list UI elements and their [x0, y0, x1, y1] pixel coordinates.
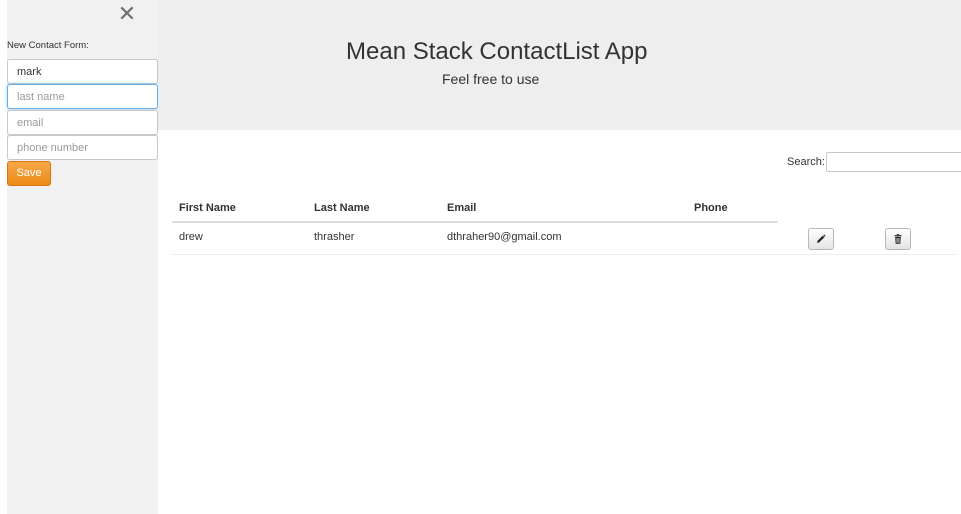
email-input[interactable] [7, 110, 158, 135]
page-title: Mean Stack ContactList App [346, 38, 648, 65]
delete-button[interactable] [885, 228, 911, 250]
column-header-phone: Phone [694, 202, 728, 214]
trash-icon [894, 234, 902, 244]
phone-input[interactable] [7, 135, 158, 160]
header-jumbotron: Mean Stack ContactList App Feel free to … [158, 0, 961, 130]
form-title: New Contact Form: [7, 40, 89, 51]
page-subtitle: Feel free to use [442, 71, 540, 87]
table-header: First Name Last Name Email Phone [172, 195, 956, 223]
save-button[interactable]: Save [7, 161, 51, 186]
search-label: Search: [787, 156, 825, 168]
first-name-input[interactable] [7, 59, 158, 84]
close-icon[interactable]: ✕ [117, 3, 137, 25]
contacts-table: First Name Last Name Email Phone drew th… [172, 195, 956, 255]
column-header-email: Email [447, 202, 477, 214]
last-name-input[interactable] [7, 84, 158, 109]
pencil-icon [817, 234, 826, 243]
edit-button[interactable] [808, 228, 834, 250]
cell-first-name: drew [179, 231, 203, 243]
column-header-last-name: Last Name [314, 202, 370, 214]
cell-email: dthraher90@gmail.com [447, 231, 562, 243]
column-header-first-name: First Name [179, 202, 236, 214]
table-row: drew thrasher dthraher90@gmail.com [172, 222, 956, 255]
cell-last-name: thrasher [314, 231, 355, 243]
contact-form-sidebar: ✕ New Contact Form: Save [7, 0, 158, 514]
search-input[interactable] [826, 152, 961, 172]
